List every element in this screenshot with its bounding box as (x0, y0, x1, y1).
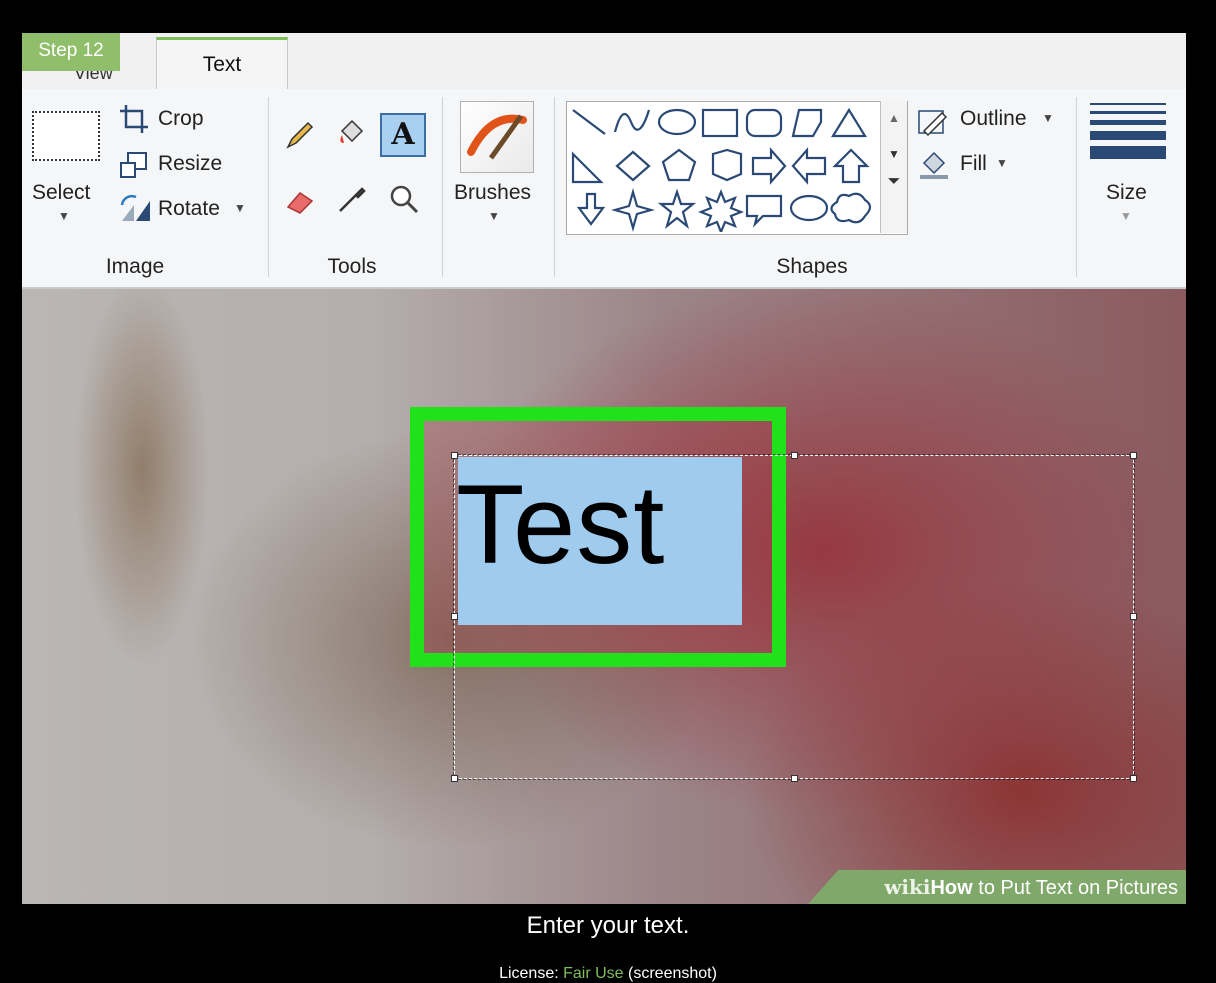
rotate-dropdown-icon[interactable]: ▼ (234, 201, 246, 215)
brushes-icon[interactable] (460, 101, 534, 173)
image-canvas[interactable]: Test wikiHow to Put Text on Pictures (22, 289, 1186, 904)
ribbon-tabbar: Step 12 View Text (22, 33, 1186, 91)
fill-bucket-icon[interactable] (336, 117, 368, 149)
group-separator (268, 97, 269, 277)
shapes-scrollbar[interactable]: ▲ ▼ ⏷ (880, 101, 907, 233)
resize-handle[interactable] (451, 452, 458, 459)
shapes-icons (571, 107, 872, 235)
wikihow-watermark: wikiHow to Put Text on Pictures (808, 870, 1186, 904)
pencil-icon[interactable] (284, 119, 316, 151)
brushes-dropdown-icon[interactable]: ▼ (488, 209, 500, 223)
crop-button[interactable]: Crop (158, 107, 204, 131)
resize-button[interactable]: Resize (158, 152, 222, 176)
fill-button[interactable]: Fill (960, 152, 987, 176)
eraser-icon[interactable] (284, 185, 316, 217)
group-separator (442, 97, 443, 277)
size-icon[interactable] (1090, 103, 1166, 165)
size-button[interactable]: Size (1106, 181, 1147, 205)
resize-handle[interactable] (791, 452, 798, 459)
group-separator (554, 97, 555, 277)
resize-handle[interactable] (1130, 613, 1137, 620)
tools-group-label: Tools (327, 255, 377, 278)
group-separator (1076, 97, 1077, 277)
outline-button[interactable]: Outline (960, 107, 1027, 131)
expand-gallery-icon[interactable]: ⏷ (881, 173, 907, 191)
resize-handle[interactable] (1130, 775, 1137, 782)
scroll-up-icon[interactable]: ▲ (881, 111, 907, 125)
license-line: License: Fair Use (screenshot) (0, 965, 1216, 983)
resize-handle[interactable] (791, 775, 798, 782)
rotate-icon (120, 194, 150, 221)
step-caption: Enter your text. (526, 912, 690, 939)
select-dropdown-icon[interactable]: ▼ (58, 209, 70, 223)
shapes-gallery[interactable] (566, 101, 908, 235)
fill-dropdown-icon[interactable]: ▼ (996, 156, 1008, 170)
license-suffix: (screenshot) (623, 965, 717, 982)
text-tool-icon[interactable]: A (380, 113, 426, 157)
paint-window: Step 12 View Text Select ▼ Crop Resize R… (22, 33, 1186, 904)
ribbon: Select ▼ Crop Resize Rotate ▼ Image A To… (22, 89, 1186, 289)
resize-icon (120, 152, 147, 178)
brushes-button[interactable]: Brushes (454, 181, 531, 205)
select-button[interactable]: Select (32, 181, 90, 205)
watermark-how: How (930, 877, 973, 899)
tab-text[interactable]: Text (156, 37, 288, 91)
resize-handle[interactable] (451, 775, 458, 782)
license-link[interactable]: Fair Use (563, 965, 623, 982)
select-tool-icon[interactable] (32, 111, 100, 161)
watermark-title: to Put Text on Pictures (972, 877, 1178, 899)
magnifier-icon[interactable] (388, 183, 420, 215)
fill-icon (920, 151, 948, 179)
license-prefix: License: (499, 965, 564, 982)
watermark-wiki: wiki (884, 875, 931, 899)
rotate-button[interactable]: Rotate (158, 197, 220, 221)
text-selection-box[interactable] (453, 454, 1135, 780)
scroll-down-icon[interactable]: ▼ (881, 147, 907, 161)
image-group-label: Image (105, 255, 165, 278)
outline-icon (918, 110, 948, 137)
resize-handle[interactable] (451, 613, 458, 620)
size-dropdown-icon[interactable]: ▼ (1120, 209, 1132, 223)
color-picker-icon[interactable] (336, 183, 368, 215)
crop-icon (120, 105, 148, 133)
resize-handle[interactable] (1130, 452, 1137, 459)
step-badge: Step 12 (22, 33, 120, 71)
shapes-group-label: Shapes (776, 255, 848, 278)
outline-dropdown-icon[interactable]: ▼ (1042, 111, 1054, 125)
